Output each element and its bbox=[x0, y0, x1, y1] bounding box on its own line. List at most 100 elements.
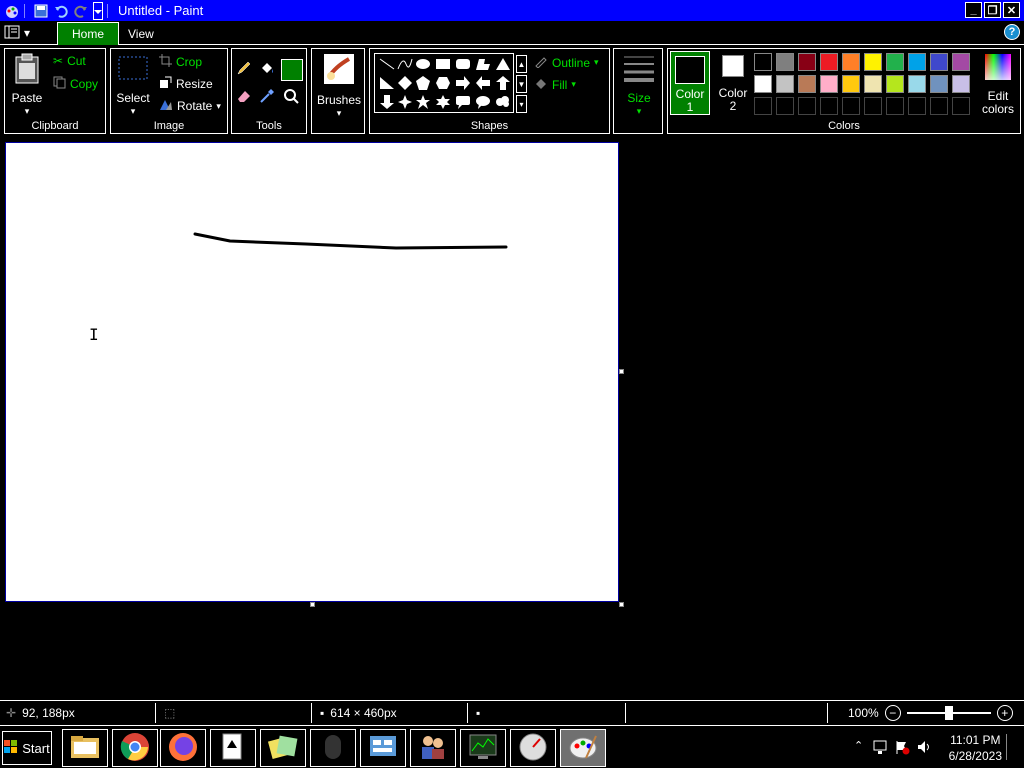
resize-handle-corner[interactable] bbox=[619, 602, 624, 607]
right-arrow-shape-icon[interactable] bbox=[455, 75, 471, 91]
taskbar-task-manager[interactable] bbox=[460, 729, 506, 767]
oval-shape-icon[interactable] bbox=[415, 56, 431, 72]
rounded-callout-shape-icon[interactable] bbox=[455, 94, 471, 110]
custom-color-slot[interactable] bbox=[886, 97, 904, 115]
canvas-workspace[interactable]: I bbox=[0, 137, 1024, 700]
color-swatch[interactable] bbox=[886, 75, 904, 93]
taskbar-mouse-app[interactable] bbox=[310, 729, 356, 767]
scroll-up-icon[interactable]: ▲ bbox=[516, 55, 527, 73]
cloud-callout-shape-icon[interactable] bbox=[495, 94, 511, 110]
color-swatch[interactable] bbox=[952, 53, 970, 71]
four-point-star-shape-icon[interactable] bbox=[397, 94, 413, 110]
minimize-button[interactable]: _ bbox=[965, 2, 982, 18]
outline-button[interactable]: Outline ▾ bbox=[534, 54, 599, 71]
pentagon-shape-icon[interactable] bbox=[415, 75, 431, 91]
line-shape-icon[interactable] bbox=[379, 56, 395, 72]
help-icon[interactable]: ? bbox=[1004, 24, 1020, 40]
diamond-shape-icon[interactable] bbox=[397, 75, 413, 91]
triangle-shape-icon[interactable] bbox=[495, 56, 511, 72]
polygon-shape-icon[interactable] bbox=[475, 56, 491, 72]
custom-color-slot[interactable] bbox=[864, 97, 882, 115]
zoom-slider-thumb[interactable] bbox=[944, 706, 953, 720]
taskbar-file-explorer[interactable] bbox=[62, 729, 108, 767]
left-arrow-shape-icon[interactable] bbox=[475, 75, 491, 91]
color-swatch[interactable] bbox=[776, 75, 794, 93]
color-swatch[interactable] bbox=[820, 53, 838, 71]
color1-button[interactable]: Color 1 bbox=[670, 51, 710, 115]
drawing-canvas[interactable]: I bbox=[5, 142, 619, 602]
down-arrow-shape-icon[interactable] bbox=[379, 94, 395, 110]
size-button[interactable]: Size ▾ bbox=[618, 53, 660, 118]
taskbar-solitaire[interactable] bbox=[210, 729, 256, 767]
custom-color-slot[interactable] bbox=[754, 97, 772, 115]
crop-button[interactable]: Crop bbox=[159, 54, 202, 70]
paste-button[interactable]: Paste ▾ bbox=[9, 53, 45, 118]
custom-color-slot[interactable] bbox=[820, 97, 838, 115]
custom-color-slot[interactable] bbox=[776, 97, 794, 115]
cut-button[interactable]: ✂ Cut bbox=[53, 54, 86, 68]
customize-qat-icon[interactable] bbox=[93, 1, 103, 20]
show-desktop-button[interactable] bbox=[1006, 734, 1022, 760]
eraser-tool[interactable] bbox=[234, 87, 254, 107]
edit-colors-button[interactable]: Edit colors bbox=[978, 53, 1018, 116]
color-swatch[interactable] bbox=[930, 75, 948, 93]
resize-handle-bottom[interactable] bbox=[310, 602, 315, 607]
expand-gallery-icon[interactable]: ▾ bbox=[516, 95, 527, 113]
color-swatch[interactable] bbox=[952, 75, 970, 93]
zoom-in-icon[interactable]: + bbox=[996, 705, 1013, 721]
zoom-slider[interactable] bbox=[906, 705, 991, 721]
custom-color-slot[interactable] bbox=[908, 97, 926, 115]
six-point-star-shape-icon[interactable] bbox=[435, 94, 451, 110]
action-center-flag-icon[interactable] bbox=[894, 739, 910, 758]
undo-icon[interactable] bbox=[53, 3, 69, 19]
pencil-tool[interactable] bbox=[234, 59, 254, 79]
copy-button[interactable]: Copy bbox=[53, 76, 98, 92]
rounded-rectangle-shape-icon[interactable] bbox=[455, 56, 471, 72]
start-button[interactable]: Start bbox=[2, 731, 52, 765]
color-swatch[interactable] bbox=[842, 75, 860, 93]
color-swatch[interactable] bbox=[754, 53, 772, 71]
save-icon[interactable] bbox=[33, 3, 49, 19]
right-triangle-shape-icon[interactable] bbox=[379, 75, 395, 91]
magnifier-tool[interactable] bbox=[281, 87, 301, 107]
scroll-down-icon[interactable]: ▼ bbox=[516, 75, 527, 93]
network-icon[interactable] bbox=[872, 739, 888, 758]
custom-color-slot[interactable] bbox=[798, 97, 816, 115]
oval-callout-shape-icon[interactable] bbox=[475, 94, 491, 110]
color-swatch[interactable] bbox=[908, 53, 926, 71]
custom-color-slot[interactable] bbox=[952, 97, 970, 115]
color2-button[interactable]: Color 2 bbox=[714, 55, 752, 113]
fill-tool[interactable] bbox=[257, 59, 277, 79]
five-point-star-shape-icon[interactable] bbox=[415, 94, 431, 110]
volume-icon[interactable] bbox=[916, 739, 932, 758]
curve-shape-icon[interactable] bbox=[397, 56, 413, 72]
color-swatch[interactable] bbox=[820, 75, 838, 93]
resize-handle-right[interactable] bbox=[619, 369, 624, 374]
paint-app-icon[interactable] bbox=[4, 3, 20, 19]
select-button[interactable]: Select ▾ bbox=[115, 55, 151, 118]
taskbar-firefox[interactable] bbox=[160, 729, 206, 767]
custom-color-slot[interactable] bbox=[930, 97, 948, 115]
restore-button[interactable]: ❐ bbox=[984, 2, 1001, 18]
up-arrow-shape-icon[interactable] bbox=[495, 75, 511, 91]
rectangle-shape-icon[interactable] bbox=[435, 56, 451, 72]
brushes-button[interactable]: Brushes ▾ bbox=[316, 53, 362, 120]
custom-color-slot[interactable] bbox=[842, 97, 860, 115]
zoom-out-icon[interactable]: − bbox=[884, 705, 901, 721]
color-swatch[interactable] bbox=[776, 53, 794, 71]
taskbar-speedometer-app[interactable] bbox=[510, 729, 556, 767]
close-button[interactable]: ✕ bbox=[1003, 2, 1020, 18]
color-swatch[interactable] bbox=[798, 75, 816, 93]
color-swatch[interactable] bbox=[842, 53, 860, 71]
taskbar-users[interactable] bbox=[410, 729, 456, 767]
color-swatch[interactable] bbox=[886, 53, 904, 71]
file-menu-button[interactable]: ▾ bbox=[4, 24, 48, 42]
taskbar-sticky-notes[interactable] bbox=[260, 729, 306, 767]
taskbar-control-panel[interactable] bbox=[360, 729, 406, 767]
resize-button[interactable]: Resize bbox=[159, 76, 213, 92]
hexagon-shape-icon[interactable] bbox=[435, 75, 451, 91]
tab-home[interactable]: Home bbox=[57, 22, 120, 45]
taskbar-paint[interactable] bbox=[560, 729, 606, 767]
fill-button[interactable]: Fill ▾ bbox=[534, 76, 576, 93]
show-hidden-icons-icon[interactable]: ⌃ bbox=[854, 739, 863, 752]
